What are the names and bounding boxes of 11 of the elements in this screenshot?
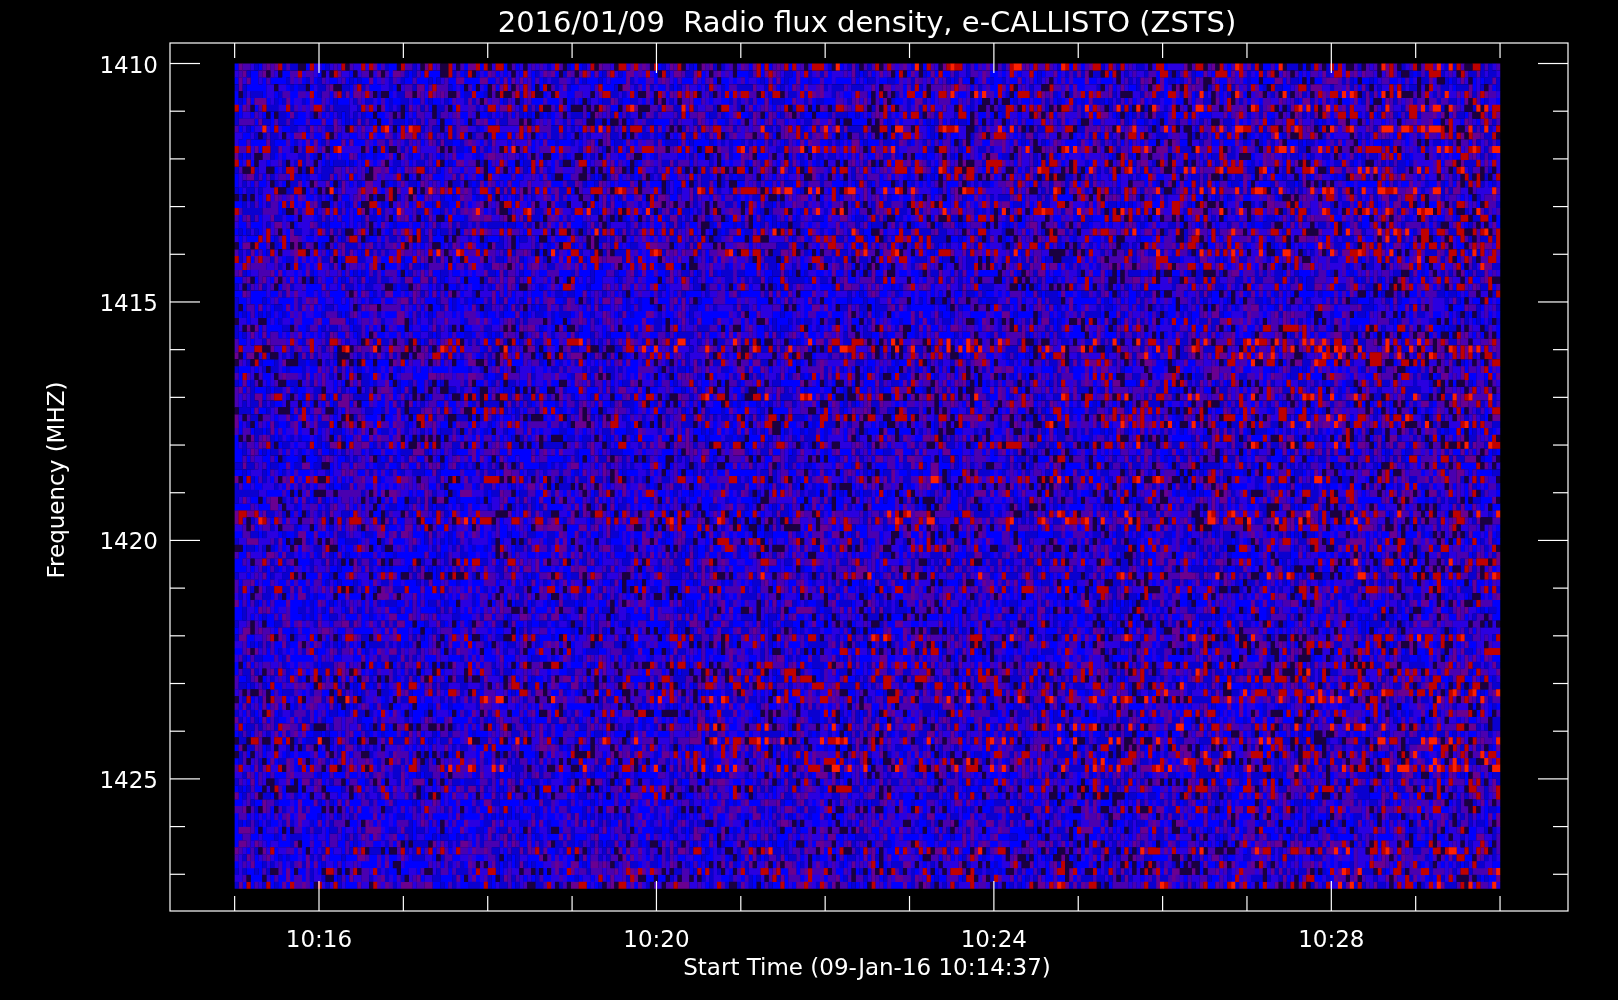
x-tick-label: 10:20 bbox=[623, 926, 690, 952]
y-tick-label: 1415 bbox=[99, 289, 158, 316]
x-axis-label: Start Time (09-Jan-16 10:14:37) bbox=[683, 954, 1051, 980]
y-tick-label: 1410 bbox=[99, 51, 158, 78]
y-tick-label: 1425 bbox=[99, 766, 158, 793]
x-tick-label: 10:24 bbox=[960, 926, 1028, 952]
y-tick-label: 1420 bbox=[99, 528, 158, 555]
x-tick-label: 10:16 bbox=[285, 926, 353, 952]
chart-title: 2016/01/09 Radio flux density, e-CALLISTO (ZSTS) bbox=[497, 5, 1237, 39]
x-tick-label: 10:28 bbox=[1298, 926, 1365, 952]
y-axis-label: Frequency (MHZ) bbox=[43, 381, 69, 579]
